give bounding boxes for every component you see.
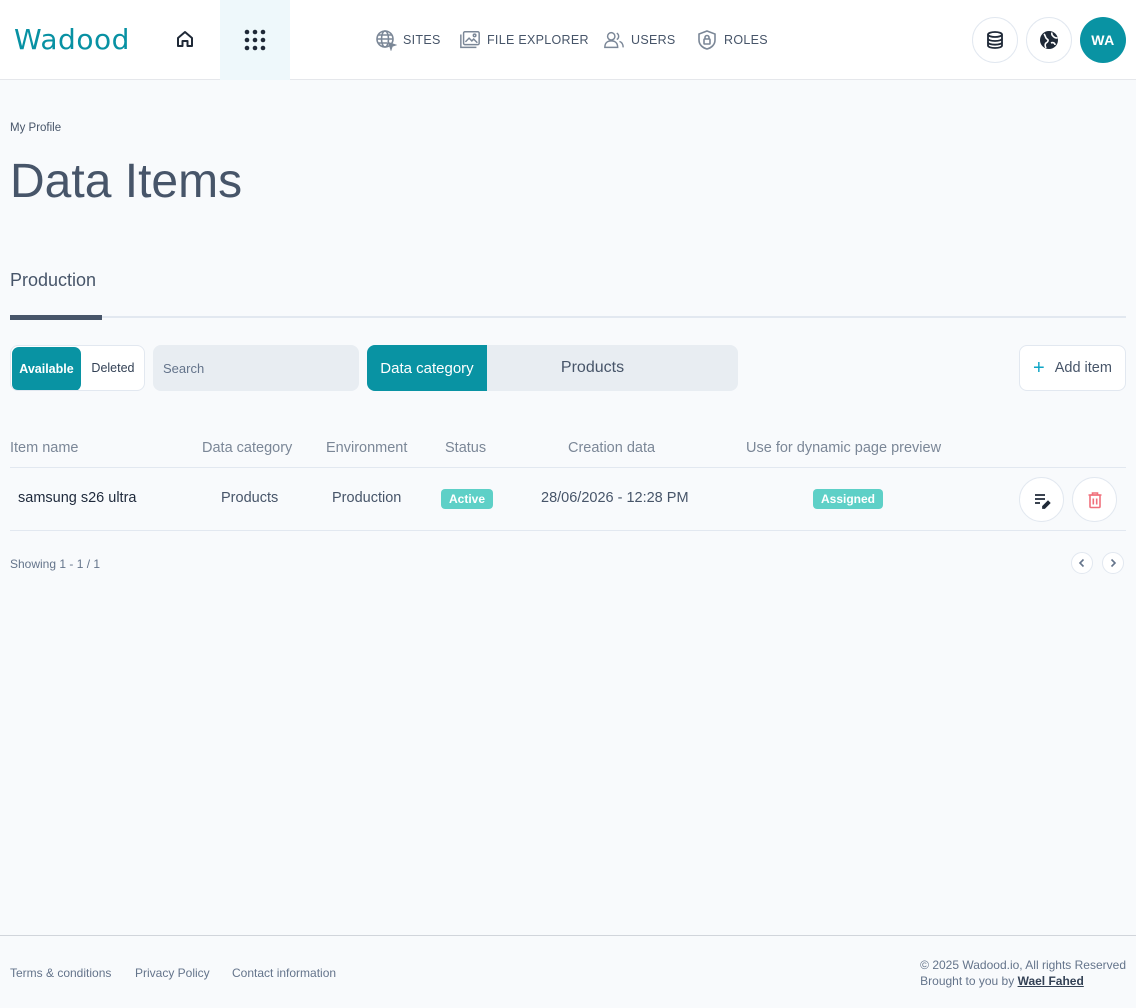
privacy-link[interactable]: Privacy Policy (135, 966, 210, 980)
user-avatar[interactable]: WA (1080, 17, 1126, 63)
col-creation-data[interactable]: Creation data (568, 440, 655, 456)
status-badge: Active (441, 489, 494, 509)
tab-production[interactable]: Production (10, 262, 102, 320)
toggle-deleted[interactable]: Deleted (82, 346, 144, 390)
nav-users-label: USERS (631, 33, 676, 47)
author-link[interactable]: Wael Fahed (1018, 974, 1084, 988)
previous-page-button[interactable] (1071, 552, 1093, 574)
delete-button[interactable] (1072, 477, 1117, 522)
cell-creation-data: 28/06/2026 - 12:28 PM (541, 490, 689, 506)
col-status[interactable]: Status (445, 440, 486, 456)
table-row[interactable]: samsung s26 ultra Products Production Ac… (10, 468, 1126, 531)
apps-menu-button[interactable] (220, 0, 290, 80)
add-item-label: Add item (1054, 360, 1112, 376)
nav-file-explorer[interactable]: FILE EXPLORER (459, 0, 589, 80)
footer: Terms & conditions Privacy Policy Contac… (0, 935, 1136, 1008)
edit-button[interactable] (1019, 477, 1064, 522)
brought-by: Brought to you by Wael Fahed (920, 973, 1126, 989)
page-title: Data Items (10, 155, 243, 208)
nav-users[interactable]: USERS (603, 0, 676, 80)
add-item-button[interactable]: + Add item (1019, 345, 1126, 391)
col-item-name[interactable]: Item name (10, 440, 79, 456)
breadcrumb[interactable]: My Profile (10, 122, 61, 134)
data-category-filter[interactable]: Data category Products (367, 345, 738, 391)
home-button[interactable] (168, 22, 202, 56)
preview-assigned-badge: Assigned (813, 489, 884, 509)
environment-tabs: Production (10, 262, 1126, 320)
table-header: Item name Data category Environment Stat… (10, 430, 1126, 468)
nav-file-explorer-label: FILE EXPLORER (487, 33, 589, 47)
copyright-text: © 2025 Wadood.io, All rights Reserved (920, 958, 1126, 972)
chevron-right-icon (1110, 558, 1117, 568)
search-input[interactable] (153, 345, 359, 391)
globe-cursor-icon (375, 29, 397, 51)
database-icon (987, 31, 1003, 49)
home-icon (177, 31, 193, 47)
col-data-category[interactable]: Data category (202, 440, 292, 456)
chevron-left-icon (1078, 558, 1085, 568)
nav-sites[interactable]: SITES (375, 0, 441, 80)
users-icon (603, 29, 625, 51)
plus-icon: + (1033, 357, 1045, 379)
contact-link[interactable]: Contact information (232, 966, 336, 980)
nav-sites-label: SITES (403, 33, 441, 47)
next-page-button[interactable] (1102, 552, 1124, 574)
data-category-value[interactable]: Products (487, 345, 738, 391)
footer-credits: © 2025 Wadood.io, All rights Reserved Br… (920, 957, 1126, 989)
terms-link[interactable]: Terms & conditions (10, 966, 111, 980)
cell-data-category: Products (221, 490, 279, 506)
top-bar: Wadood SITES FILE EXPLORER USERS ROLES W… (0, 0, 1136, 80)
database-button[interactable] (972, 17, 1018, 63)
edit-list-icon (1034, 493, 1051, 509)
grid-dots-icon (244, 29, 266, 51)
col-environment[interactable]: Environment (326, 440, 407, 456)
data-category-label: Data category (367, 345, 487, 391)
cell-environment: Production (332, 490, 402, 506)
trash-icon (1088, 491, 1101, 508)
brought-prefix: Brought to you by (920, 974, 1015, 988)
folder-image-icon (459, 29, 481, 51)
globe-icon (1040, 31, 1058, 49)
col-dynamic-preview[interactable]: Use for dynamic page preview (746, 440, 941, 456)
wadood-logo[interactable]: Wadood (14, 22, 130, 58)
availability-toggle: Available Deleted (10, 345, 145, 391)
shield-lock-icon (696, 29, 718, 51)
pagination-summary: Showing 1 - 1 / 1 (10, 557, 101, 571)
nav-roles[interactable]: ROLES (696, 0, 768, 80)
language-button[interactable] (1026, 17, 1072, 63)
nav-roles-label: ROLES (724, 33, 768, 47)
toggle-available[interactable]: Available (12, 347, 81, 390)
cell-item-name: samsung s26 ultra (18, 490, 137, 506)
